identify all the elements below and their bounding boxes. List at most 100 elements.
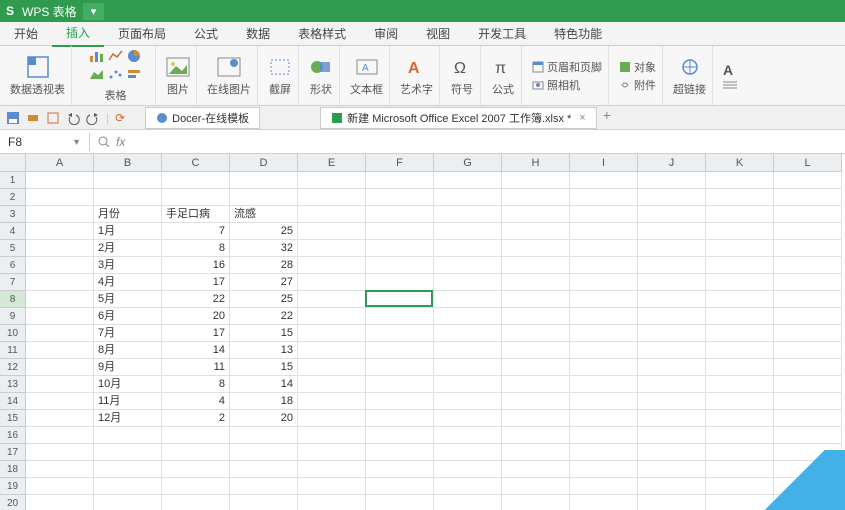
menu-item-1[interactable]: 插入 (52, 20, 104, 47)
cell-E10[interactable] (298, 325, 366, 342)
cell-C8[interactable]: 22 (162, 291, 230, 308)
cell-J8[interactable] (638, 291, 706, 308)
cell-J20[interactable] (638, 495, 706, 510)
cell-G6[interactable] (434, 257, 502, 274)
cell-B5[interactable]: 2月 (94, 240, 162, 257)
row-header-3[interactable]: 3 (0, 206, 26, 223)
cell-E17[interactable] (298, 444, 366, 461)
col-header-D[interactable]: D (230, 154, 298, 172)
refresh-icon[interactable]: ⟳ (115, 111, 129, 125)
cell-G19[interactable] (434, 478, 502, 495)
cell-C13[interactable]: 8 (162, 376, 230, 393)
cell-H17[interactable] (502, 444, 570, 461)
cell-H14[interactable] (502, 393, 570, 410)
cell-G8[interactable] (434, 291, 502, 308)
cell-A13[interactable] (26, 376, 94, 393)
cell-B4[interactable]: 1月 (94, 223, 162, 240)
cell-A4[interactable] (26, 223, 94, 240)
cell-E3[interactable] (298, 206, 366, 223)
cell-J15[interactable] (638, 410, 706, 427)
row-header-10[interactable]: 10 (0, 325, 26, 342)
cell-I10[interactable] (570, 325, 638, 342)
camera-button[interactable]: 照相机 (532, 77, 602, 93)
cell-I18[interactable] (570, 461, 638, 478)
cell-J19[interactable] (638, 478, 706, 495)
cell-I19[interactable] (570, 478, 638, 495)
cell-F5[interactable] (366, 240, 434, 257)
cell-B15[interactable]: 12月 (94, 410, 162, 427)
undo-icon[interactable] (66, 111, 80, 125)
new-tab-button[interactable]: + (597, 107, 617, 129)
cell-J11[interactable] (638, 342, 706, 359)
cell-H2[interactable] (502, 189, 570, 206)
online-picture-button[interactable]: 在线图片 (201, 46, 258, 105)
cell-B14[interactable]: 11月 (94, 393, 162, 410)
cell-H20[interactable] (502, 495, 570, 510)
cell-A3[interactable] (26, 206, 94, 223)
cell-I6[interactable] (570, 257, 638, 274)
row-header-8[interactable]: 8 (0, 291, 26, 308)
doc-tab-excel[interactable]: 新建 Microsoft Office Excel 2007 工作簿.xlsx … (320, 107, 597, 129)
menu-item-2[interactable]: 页面布局 (104, 21, 180, 46)
cell-E15[interactable] (298, 410, 366, 427)
row-header-18[interactable]: 18 (0, 461, 26, 478)
cell-G10[interactable] (434, 325, 502, 342)
cell-E20[interactable] (298, 495, 366, 510)
cell-D7[interactable]: 27 (230, 274, 298, 291)
cell-D13[interactable]: 14 (230, 376, 298, 393)
cell-C11[interactable]: 14 (162, 342, 230, 359)
cell-F4[interactable] (366, 223, 434, 240)
cell-B19[interactable] (94, 478, 162, 495)
cell-D1[interactable] (230, 172, 298, 189)
col-header-E[interactable]: E (298, 154, 366, 172)
cell-K14[interactable] (706, 393, 774, 410)
cell-F17[interactable] (366, 444, 434, 461)
cell-E2[interactable] (298, 189, 366, 206)
cell-H9[interactable] (502, 308, 570, 325)
cell-C9[interactable]: 20 (162, 308, 230, 325)
fx-label[interactable]: fx (116, 135, 125, 149)
search-icon[interactable] (98, 136, 110, 148)
menu-item-5[interactable]: 表格样式 (284, 21, 360, 46)
col-header-A[interactable]: A (26, 154, 94, 172)
menu-item-6[interactable]: 审阅 (360, 21, 412, 46)
cell-K15[interactable] (706, 410, 774, 427)
cell-L16[interactable] (774, 427, 842, 444)
col-header-L[interactable]: L (774, 154, 842, 172)
cell-B7[interactable]: 4月 (94, 274, 162, 291)
cell-G14[interactable] (434, 393, 502, 410)
symbol-button[interactable]: Ω 符号 (444, 46, 481, 105)
cell-D2[interactable] (230, 189, 298, 206)
cell-F1[interactable] (366, 172, 434, 189)
cell-F8[interactable] (366, 291, 434, 308)
cell-J3[interactable] (638, 206, 706, 223)
cell-E8[interactable] (298, 291, 366, 308)
cell-B8[interactable]: 5月 (94, 291, 162, 308)
cell-C6[interactable]: 16 (162, 257, 230, 274)
cell-B16[interactable] (94, 427, 162, 444)
cell-area[interactable]: 月份手足口病流感1月7252月8323月16284月17275月22256月20… (26, 172, 842, 510)
col-header-H[interactable]: H (502, 154, 570, 172)
cell-E5[interactable] (298, 240, 366, 257)
cell-A20[interactable] (26, 495, 94, 510)
cell-A11[interactable] (26, 342, 94, 359)
print-icon[interactable] (26, 111, 40, 125)
row-header-19[interactable]: 19 (0, 478, 26, 495)
screenshot-button[interactable]: 截屏 (262, 46, 299, 105)
cell-J6[interactable] (638, 257, 706, 274)
col-header-F[interactable]: F (366, 154, 434, 172)
cell-H15[interactable] (502, 410, 570, 427)
cell-C5[interactable]: 8 (162, 240, 230, 257)
cell-A5[interactable] (26, 240, 94, 257)
cell-J9[interactable] (638, 308, 706, 325)
cell-D11[interactable]: 13 (230, 342, 298, 359)
col-header-K[interactable]: K (706, 154, 774, 172)
cell-H11[interactable] (502, 342, 570, 359)
menu-item-7[interactable]: 视图 (412, 21, 464, 46)
close-icon[interactable]: × (579, 112, 585, 124)
chart-group[interactable]: 表格 (76, 46, 156, 105)
select-all-corner[interactable] (0, 154, 26, 172)
cell-B1[interactable] (94, 172, 162, 189)
cell-C10[interactable]: 17 (162, 325, 230, 342)
spreadsheet-grid[interactable]: ABCDEFGHIJKL 123456789101112131415161718… (0, 154, 845, 510)
